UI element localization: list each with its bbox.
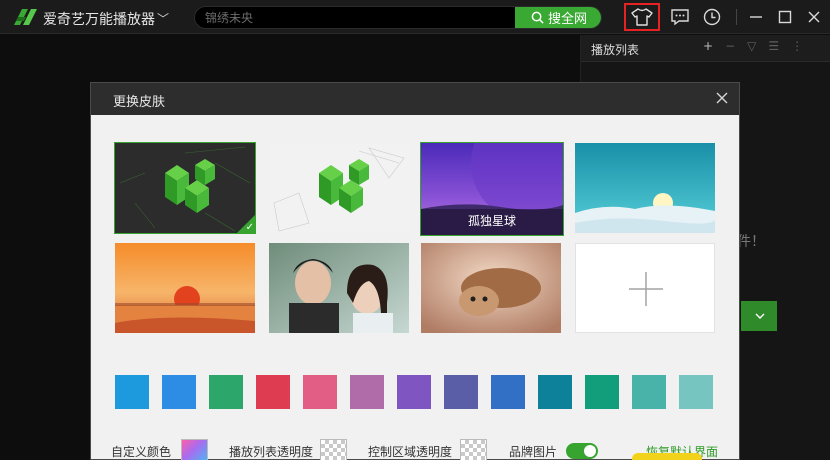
search-all-button[interactable]: 搜全网 xyxy=(515,7,601,28)
custom-color-picker[interactable] xyxy=(181,439,208,460)
minimize-icon xyxy=(750,16,762,18)
playlist-opacity-label: 播放列表透明度 xyxy=(229,445,314,459)
color-swatch[interactable] xyxy=(679,375,713,409)
color-swatch[interactable] xyxy=(397,375,431,409)
color-swatch[interactable] xyxy=(209,375,243,409)
color-swatch[interactable] xyxy=(162,375,196,409)
search-box: ✕ 搜全网 xyxy=(194,6,602,29)
minimize-button[interactable] xyxy=(742,4,770,30)
skin-icon xyxy=(631,8,653,26)
dialog-close-icon[interactable] xyxy=(713,89,731,107)
color-swatch[interactable] xyxy=(256,375,290,409)
search-input[interactable] xyxy=(205,9,495,26)
dialog-header: 更换皮肤 xyxy=(91,83,739,115)
toolbar-divider xyxy=(736,9,737,25)
color-swatch[interactable] xyxy=(303,375,337,409)
playlist-header: 播放列表 + − ▽ ☰ ⋮ xyxy=(581,35,830,62)
close-button[interactable] xyxy=(800,4,828,30)
brand-image-toggle[interactable] xyxy=(566,443,598,459)
color-swatch[interactable] xyxy=(585,375,619,409)
skin-thumb-light-logo[interactable] xyxy=(269,143,409,233)
skin-thumb-snow-sunrise[interactable] xyxy=(575,143,715,233)
skin-dialog: 更换皮肤 ✓ 孤独星球 自定义颜色 播放列表透明度 控制区域透明度 品牌图片 恢… xyxy=(90,82,740,460)
skin-button[interactable] xyxy=(624,3,660,31)
color-swatch[interactable] xyxy=(115,375,149,409)
message-icon xyxy=(671,9,689,26)
skin-thumb-dark-logo[interactable]: ✓ xyxy=(114,142,256,234)
color-swatch[interactable] xyxy=(350,375,384,409)
close-icon xyxy=(808,11,820,23)
app-logo-icon xyxy=(14,9,37,25)
title-bar: 爱奇艺万能播放器 ﹀ ✕ 搜全网 xyxy=(0,0,830,34)
color-swatch[interactable] xyxy=(538,375,572,409)
playlist-list-icon[interactable]: ☰ xyxy=(768,39,779,53)
maximize-button[interactable] xyxy=(771,4,799,30)
control-opacity-label: 控制区域透明度 xyxy=(368,445,453,459)
check-icon: ✓ xyxy=(245,222,254,233)
color-swatch[interactable] xyxy=(444,375,478,409)
playlist-add-icon[interactable]: + xyxy=(703,39,713,53)
player-window: 爱奇艺万能播放器 ﹀ ✕ 搜全网 xyxy=(0,0,830,460)
brand-image-label: 品牌图片 xyxy=(509,445,558,459)
search-all-label: 搜全网 xyxy=(547,12,587,27)
add-custom-skin-button[interactable] xyxy=(575,243,715,333)
custom-color-label: 自定义颜色 xyxy=(111,445,172,459)
playlist-filter-icon[interactable]: ▽ xyxy=(747,39,756,53)
skin-thumb-cat-photo[interactable] xyxy=(421,243,561,333)
color-swatch[interactable] xyxy=(491,375,525,409)
notification-blob xyxy=(632,453,702,460)
color-swatch[interactable] xyxy=(632,375,666,409)
skin-thumb-sunset-desert[interactable] xyxy=(115,243,255,333)
history-button[interactable] xyxy=(698,4,726,30)
playlist-more-icon[interactable]: ⋮ xyxy=(791,39,803,53)
playlist-tools: + − ▽ ☰ ⋮ xyxy=(703,39,803,53)
app-title[interactable]: 爱奇艺万能播放器 xyxy=(43,9,155,29)
history-icon xyxy=(703,8,721,26)
app-menu-caret-icon[interactable]: ﹀ xyxy=(157,10,169,27)
dialog-title: 更换皮肤 xyxy=(113,95,166,110)
playlist-empty-text: 件！ xyxy=(737,234,765,250)
maximize-icon xyxy=(778,10,792,24)
search-icon xyxy=(531,11,544,24)
plus-icon xyxy=(629,272,663,306)
playlist-opacity-picker[interactable] xyxy=(320,439,347,460)
playlist-title: 播放列表 xyxy=(591,43,640,57)
skin-thumb-couple-photo[interactable] xyxy=(269,243,409,333)
playlist-remove-icon[interactable]: − xyxy=(725,39,735,53)
chevron-down-icon[interactable] xyxy=(746,301,774,331)
control-opacity-picker[interactable] xyxy=(460,439,487,460)
skin-thumb-lonely-planet[interactable]: 孤独星球 xyxy=(420,142,564,236)
skin-caption: 孤独星球 xyxy=(421,209,563,235)
message-button[interactable] xyxy=(666,4,694,30)
